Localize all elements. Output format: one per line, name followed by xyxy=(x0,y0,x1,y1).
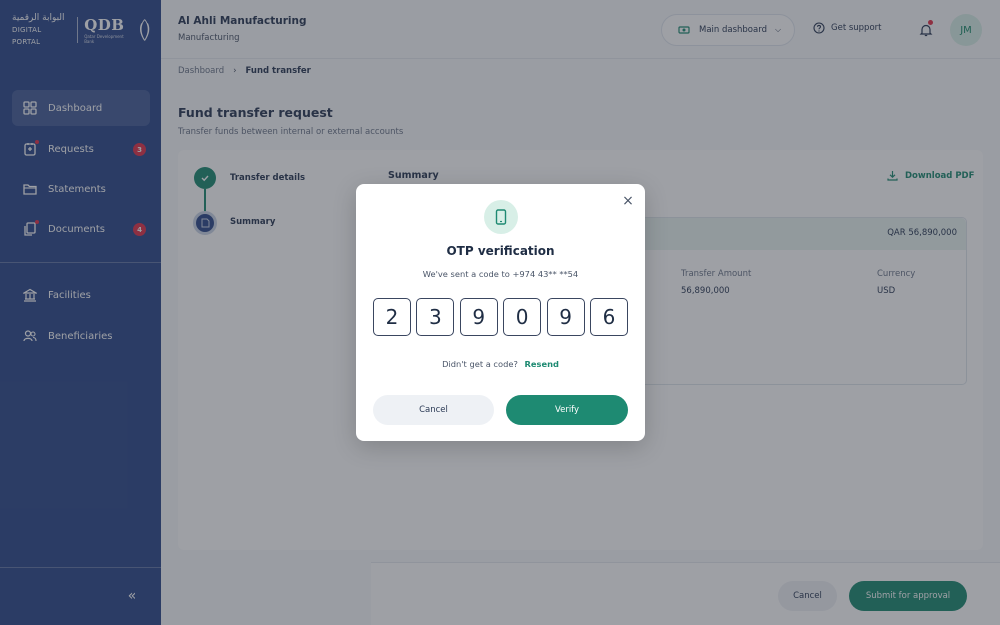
modal-title: OTP verification xyxy=(446,244,555,258)
resend-row: Didn't get a code? Resend xyxy=(356,359,645,369)
modal-subtitle: We've sent a code to +974 43** **54 xyxy=(356,269,645,279)
otp-modal: × OTP verification We've sent a code to … xyxy=(356,184,645,441)
otp-digit-input[interactable]: 6 xyxy=(589,298,628,336)
otp-digit-input[interactable]: 9 xyxy=(546,298,585,336)
verify-button[interactable]: Verify xyxy=(506,395,628,425)
otp-digit-input[interactable]: 2 xyxy=(373,298,411,336)
otp-input-group: 2 3 9 0 9 6 xyxy=(373,298,628,336)
phone-icon-badge xyxy=(484,200,518,234)
otp-digit-input[interactable]: 3 xyxy=(416,298,455,336)
otp-sent-text: We've sent a code to xyxy=(422,269,510,279)
phone-icon xyxy=(495,209,507,225)
close-icon[interactable]: × xyxy=(621,194,635,208)
resend-prompt: Didn't get a code? xyxy=(442,359,518,369)
resend-link[interactable]: Resend xyxy=(525,359,559,369)
otp-digit-input[interactable]: 0 xyxy=(503,298,542,336)
masked-phone: +974 43** **54 xyxy=(512,269,579,279)
cancel-button[interactable]: Cancel xyxy=(373,395,494,425)
otp-digit-input[interactable]: 9 xyxy=(459,298,498,336)
